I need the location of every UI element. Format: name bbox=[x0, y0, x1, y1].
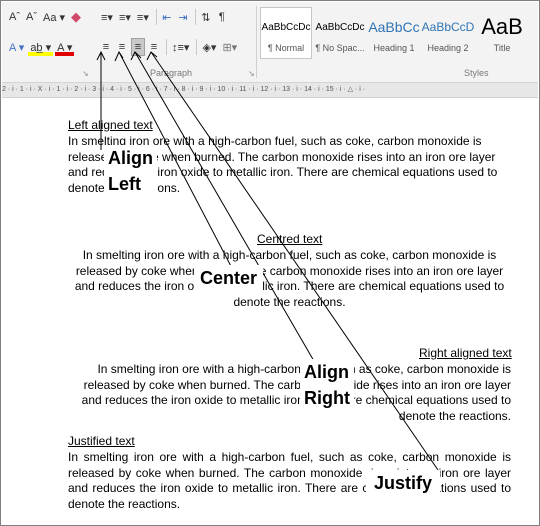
bullets-button[interactable]: ≡▾ bbox=[99, 8, 115, 26]
document-page[interactable]: Left aligned text In smelting iron ore w… bbox=[2, 98, 538, 524]
centred-heading: Centred text bbox=[257, 232, 323, 246]
decrease-indent-button[interactable]: ⇤ bbox=[160, 8, 174, 26]
font-toolbar-top: Aˆ Aˇ Aa ▾ ◆ bbox=[7, 7, 85, 27]
align-right-button[interactable]: ≡ bbox=[131, 38, 145, 56]
style-heading-1[interactable]: AaBbCc Heading 1 bbox=[368, 7, 420, 59]
centred-paragraph: In smelting iron ore with a high-carbon … bbox=[74, 248, 505, 309]
separator bbox=[196, 39, 198, 55]
pilcrow-icon: ¶ bbox=[218, 11, 225, 23]
style-label: Title bbox=[493, 43, 511, 53]
right-aligned-heading: Right aligned text bbox=[419, 346, 512, 360]
numbering-button[interactable]: ≡▾ bbox=[117, 8, 133, 26]
align-center-icon: ≡ bbox=[118, 41, 126, 53]
justified-heading: Justified text bbox=[68, 434, 135, 448]
paint-bucket-icon: ◈▾ bbox=[202, 41, 217, 54]
styles-gallery: AaBbCcDc ¶ Normal AaBbCcDc ¶ No Spac... … bbox=[260, 7, 538, 63]
style-title[interactable]: AaB Title bbox=[476, 7, 528, 59]
style-preview: AaBbCcD bbox=[421, 20, 475, 34]
ribbon: Aˆ Aˇ Aa ▾ ◆ A ▾ ab̲ ▾ A ▾ ≡▾ ≡▾ ≡▾ ⇤ ⇥ … bbox=[2, 2, 538, 83]
increase-indent-button[interactable]: ⇥ bbox=[176, 8, 190, 26]
align-left-callout: Align Left bbox=[104, 145, 157, 197]
style-preview: AaBbCc bbox=[368, 19, 420, 35]
shrink-font-button[interactable]: Aˇ bbox=[24, 8, 39, 26]
word-window: Aˆ Aˇ Aa ▾ ◆ A ▾ ab̲ ▾ A ▾ ≡▾ ≡▾ ≡▾ ⇤ ⇥ … bbox=[0, 0, 540, 526]
font-color-button[interactable]: A ▾ bbox=[55, 38, 75, 56]
highlight-color-button[interactable]: ab̲ ▾ bbox=[28, 38, 54, 56]
borders-icon: ⊞▾ bbox=[222, 41, 238, 54]
multilevel-list-button[interactable]: ≡▾ bbox=[135, 8, 151, 26]
justify-button[interactable]: ≡ bbox=[147, 38, 161, 56]
style-label: Heading 2 bbox=[427, 43, 469, 53]
numbered-list-icon: ≡▾ bbox=[118, 11, 131, 24]
style-no-spacing[interactable]: AaBbCcDc ¶ No Spac... bbox=[314, 7, 366, 59]
style-normal[interactable]: AaBbCcDc ¶ Normal bbox=[260, 7, 312, 59]
paragraph-group-label: Paragraph bbox=[150, 68, 193, 78]
align-right-icon: ≡ bbox=[134, 41, 142, 53]
style-label: Heading 1 bbox=[373, 43, 415, 53]
line-spacing-icon: ↕≡▾ bbox=[172, 41, 190, 54]
text-effects-button[interactable]: A ▾ bbox=[7, 38, 26, 56]
font-toolbar-bottom: A ▾ ab̲ ▾ A ▾ bbox=[7, 37, 76, 57]
style-label: ¶ No Spac... bbox=[315, 43, 365, 53]
paragraph-toolbar-top: ≡▾ ≡▾ ≡▾ ⇤ ⇥ ⇅ ¶ bbox=[99, 7, 231, 27]
sort-icon: ⇅ bbox=[201, 11, 211, 24]
left-aligned-heading: Left aligned text bbox=[68, 118, 153, 132]
paragraph-dialog-launcher-icon[interactable]: ↘ bbox=[248, 69, 255, 78]
show-marks-button[interactable]: ¶ bbox=[215, 8, 229, 26]
shading-button[interactable]: ◈▾ bbox=[200, 38, 218, 56]
justify-icon: ≡ bbox=[150, 41, 158, 53]
decrease-indent-icon: ⇤ bbox=[162, 11, 172, 24]
bullet-list-icon: ≡▾ bbox=[101, 11, 113, 24]
paragraph-toolbar-bottom: ≡ ≡ ≡ ≡ ↕≡▾ ◈▾ ⊞▾ bbox=[99, 37, 241, 57]
style-heading-2[interactable]: AaBbCcD Heading 2 bbox=[421, 7, 475, 59]
align-center-button[interactable]: ≡ bbox=[115, 38, 129, 56]
center-callout: Center bbox=[194, 265, 264, 291]
group-divider bbox=[256, 6, 257, 78]
style-preview: AaB bbox=[481, 14, 523, 39]
styles-group-label: Styles bbox=[464, 68, 489, 78]
eraser-icon: ◆ bbox=[71, 9, 82, 24]
change-case-button[interactable]: Aa ▾ bbox=[41, 8, 67, 26]
style-preview: AaBbCcDc bbox=[315, 21, 365, 33]
style-preview: AaBbCcDc bbox=[261, 21, 311, 33]
style-label: ¶ Normal bbox=[267, 43, 305, 53]
justify-callout: Justify bbox=[366, 470, 441, 496]
increase-indent-icon: ⇥ bbox=[178, 11, 188, 24]
separator bbox=[194, 9, 196, 25]
separator bbox=[155, 9, 157, 25]
align-right-callout: Align Right bbox=[300, 359, 354, 411]
line-spacing-button[interactable]: ↕≡▾ bbox=[170, 38, 191, 56]
justified-paragraph: In smelting iron ore with a high-carbon … bbox=[68, 450, 511, 511]
horizontal-ruler[interactable]: 2 · i · 1 · i · X · i · 1 · i · 2 · i · … bbox=[2, 83, 538, 98]
separator bbox=[166, 39, 167, 55]
grow-font-button[interactable]: Aˆ bbox=[7, 8, 22, 26]
right-aligned-paragraph: In smelting iron ore with a high-carbon … bbox=[81, 362, 511, 423]
font-dialog-launcher-icon[interactable]: ↘ bbox=[82, 69, 89, 78]
clear-formatting-button[interactable]: ◆ bbox=[69, 8, 83, 26]
sort-button[interactable]: ⇅ bbox=[199, 8, 213, 26]
multilevel-list-icon: ≡▾ bbox=[136, 11, 149, 24]
align-left-button[interactable]: ≡ bbox=[99, 38, 113, 56]
align-left-icon: ≡ bbox=[102, 41, 110, 53]
borders-button[interactable]: ⊞▾ bbox=[220, 38, 239, 56]
